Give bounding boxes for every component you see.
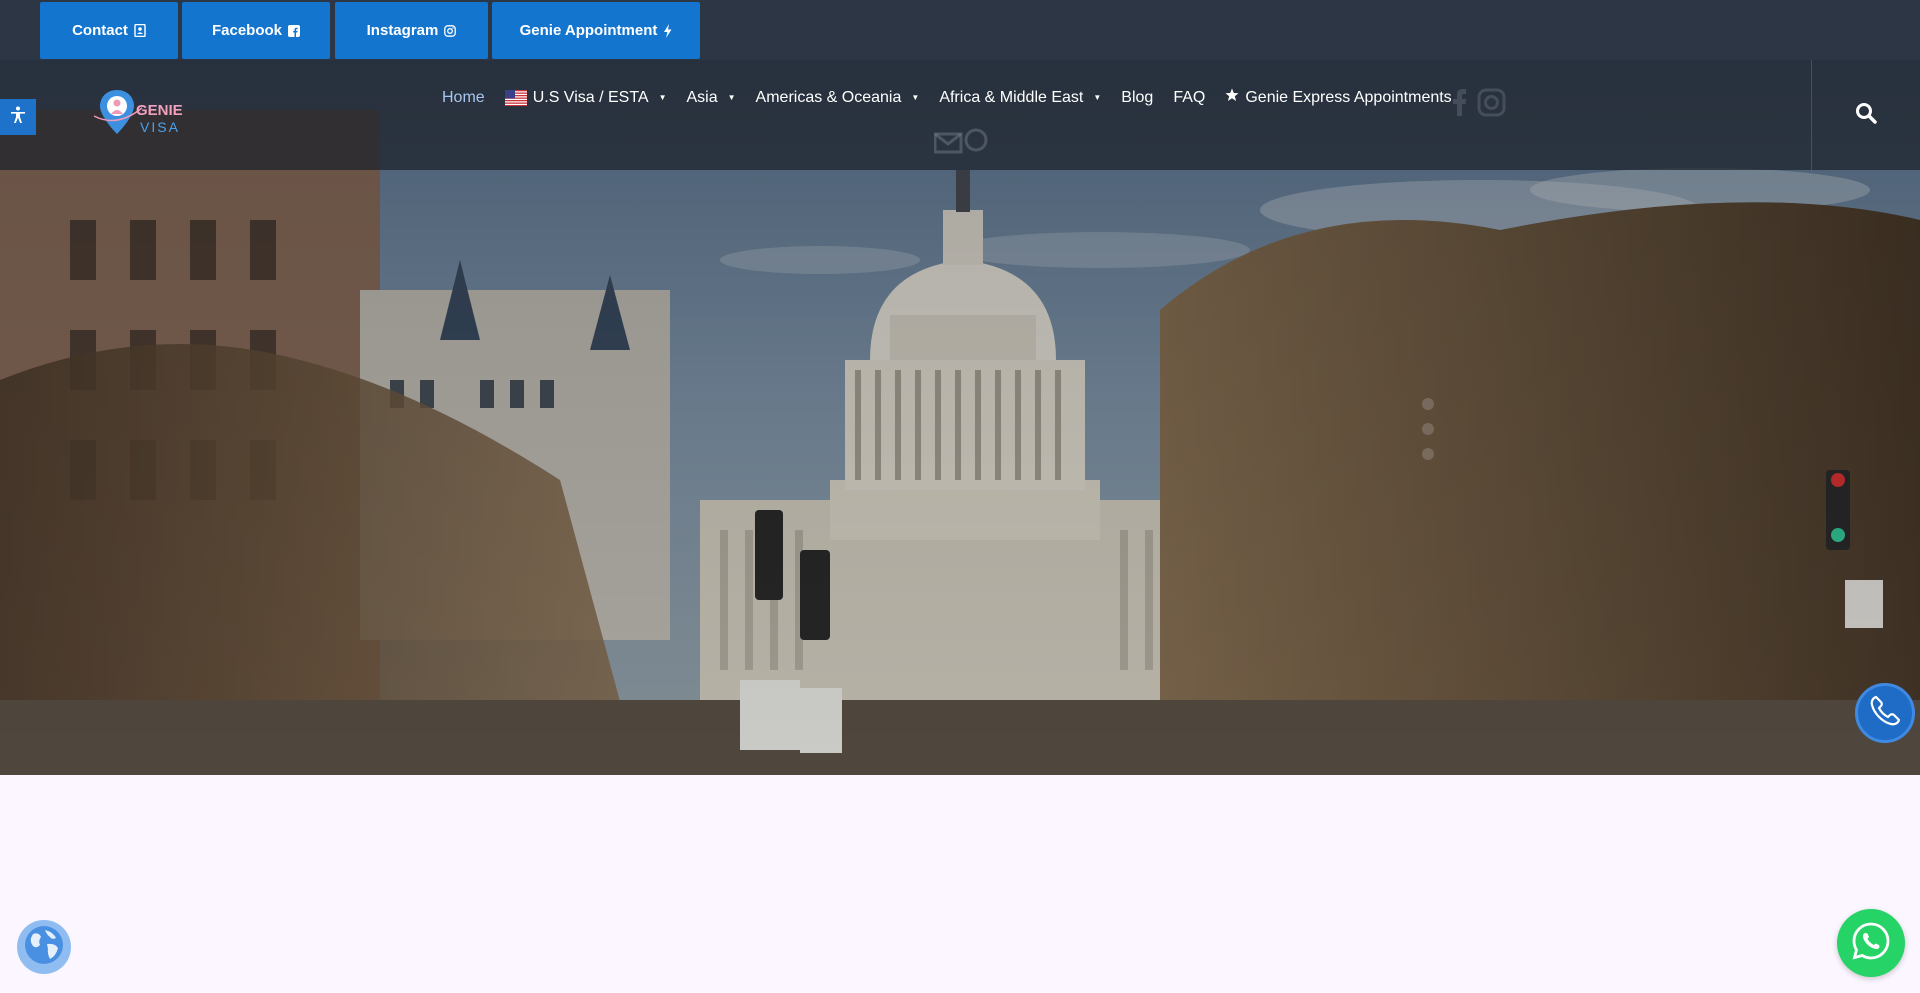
genie-appointment-button[interactable]: Genie Appointment	[492, 2, 700, 59]
call-button[interactable]	[1855, 683, 1915, 743]
header-divider	[1811, 60, 1812, 170]
nav-asia-label: Asia	[686, 88, 718, 106]
whatsapp-icon	[1851, 921, 1891, 965]
nav-us-visa-label: U.S Visa / ESTA	[532, 88, 649, 106]
top-bar: Contact Facebook Instagram Genie Appoint…	[0, 0, 1920, 60]
faint-social-icons	[1447, 88, 1507, 125]
nav-blog[interactable]: Blog	[1121, 89, 1153, 107]
nav-faq[interactable]: FAQ	[1173, 89, 1205, 107]
nav-asia[interactable]: Asia ▼	[687, 89, 736, 107]
facebook-button[interactable]: Facebook	[182, 2, 330, 59]
nav-africa-label: Africa & Middle East	[939, 88, 1084, 106]
caret-down-icon: ▼	[911, 93, 920, 102]
genie-appointment-label: Genie Appointment	[519, 22, 658, 39]
logo-text-genie: GENIE	[136, 102, 183, 119]
slider-dots	[1422, 398, 1434, 473]
search-icon[interactable]	[1855, 102, 1877, 128]
contact-button[interactable]: Contact	[40, 2, 178, 59]
contact-label: Contact	[72, 22, 128, 39]
whatsapp-button[interactable]	[1837, 909, 1905, 977]
address-book-icon	[134, 24, 146, 37]
slider-dot[interactable]	[1422, 448, 1434, 460]
language-button[interactable]	[17, 920, 71, 974]
accessibility-icon	[10, 106, 26, 128]
slider-dot[interactable]	[1422, 423, 1434, 435]
star-icon	[1225, 88, 1239, 107]
facebook-label: Facebook	[211, 22, 283, 39]
site-header: GENIE VISA Home U.S Visa / ESTA ▼ Asia ▼…	[0, 60, 1920, 170]
caret-down-icon: ▼	[1093, 93, 1102, 102]
nav-us-visa[interactable]: U.S Visa / ESTA ▼	[504, 88, 667, 107]
nav-americas-oceania[interactable]: Americas & Oceania ▼	[756, 89, 920, 107]
caret-down-icon: ▼	[658, 93, 667, 102]
slider-dot[interactable]	[1422, 398, 1434, 410]
nav-home-label: Home	[442, 88, 485, 106]
facebook-square-icon	[288, 24, 301, 37]
nav-home[interactable]: Home	[442, 89, 485, 107]
us-flag-icon	[504, 89, 527, 106]
globe-icon	[23, 924, 65, 970]
logo-text-visa: VISA	[140, 119, 180, 135]
nav-africa-middle-east[interactable]: Africa & Middle East ▼	[939, 89, 1101, 107]
instagram-button[interactable]: Instagram	[335, 2, 488, 59]
nav-genie-express-label: Genie Express Appointments	[1245, 88, 1452, 106]
accessibility-button[interactable]	[0, 99, 36, 135]
faint-contact-icons	[933, 128, 988, 160]
nav-blog-label: Blog	[1121, 88, 1154, 106]
nav-faq-label: FAQ	[1173, 88, 1206, 106]
nav-americas-label: Americas & Oceania	[755, 88, 902, 106]
phone-icon	[1868, 694, 1902, 732]
caret-down-icon: ▼	[727, 93, 736, 102]
main-nav: Home U.S Visa / ESTA ▼ Asia ▼ Americas &…	[442, 88, 1472, 107]
nav-genie-express[interactable]: Genie Express Appointments	[1225, 88, 1452, 107]
instagram-icon	[444, 24, 457, 37]
genie-visa-logo[interactable]: GENIE VISA	[92, 88, 187, 143]
bolt-icon	[663, 23, 672, 38]
instagram-label: Instagram	[366, 22, 439, 39]
